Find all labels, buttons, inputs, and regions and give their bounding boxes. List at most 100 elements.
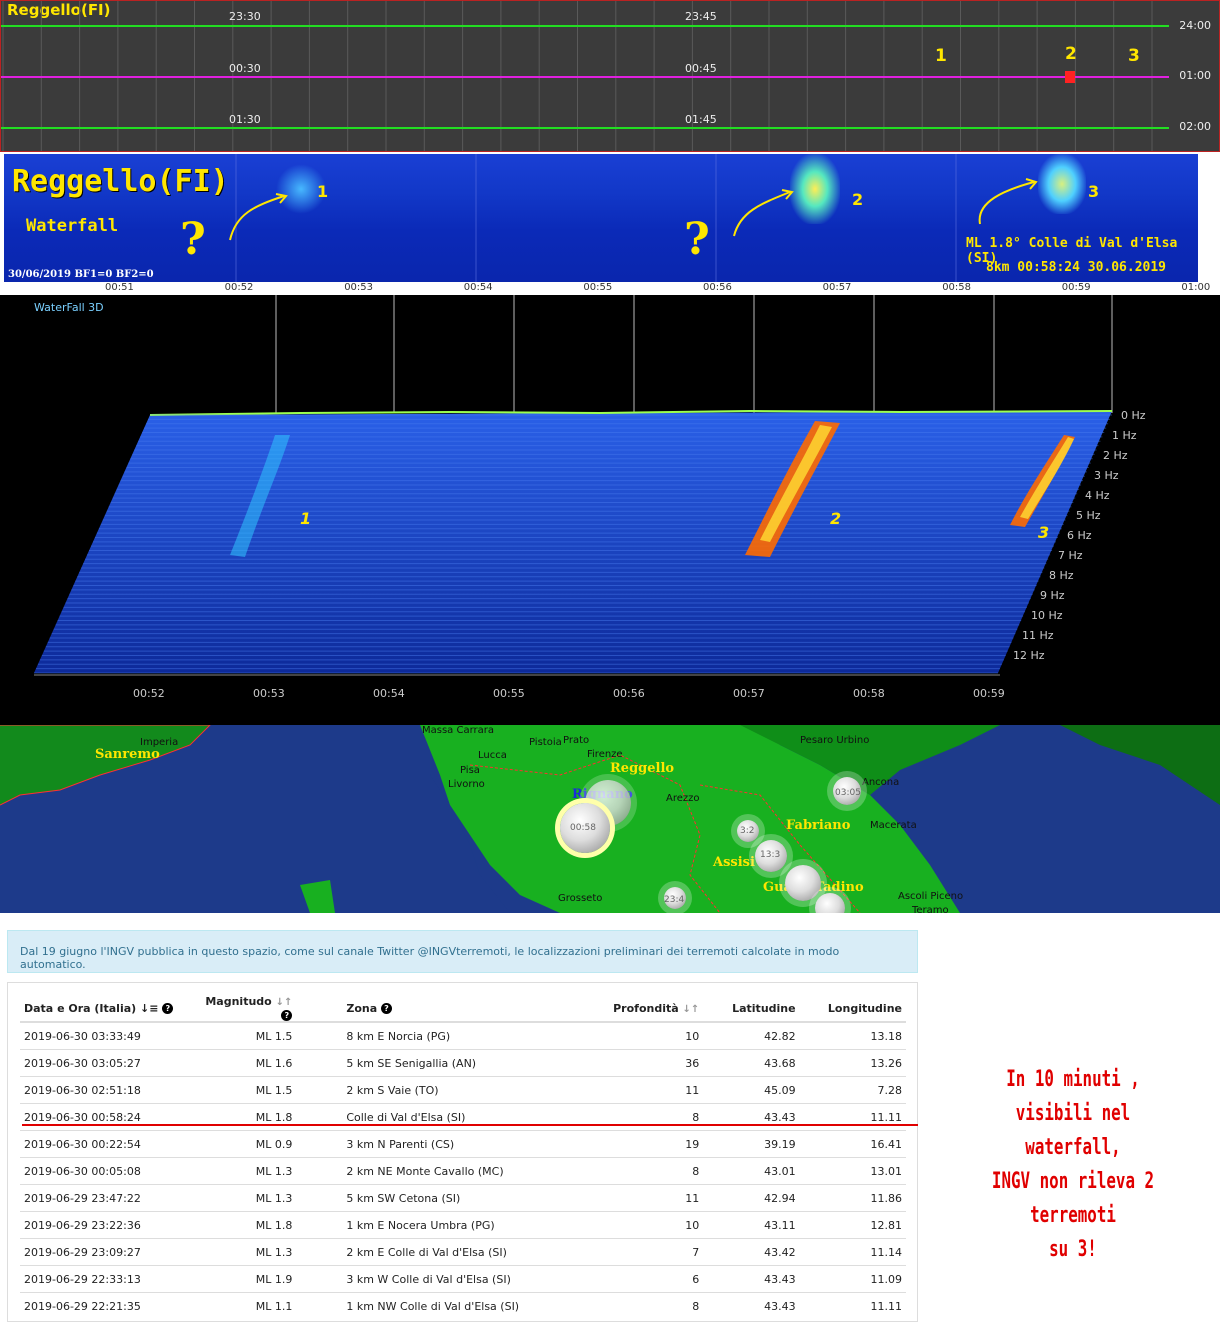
- time-tick: 00:58: [853, 687, 885, 700]
- cell-depth: 8: [597, 1103, 704, 1131]
- time-tick: 00:51: [105, 282, 134, 293]
- trace-row-2-time-b: 00:45: [685, 62, 717, 75]
- table-row[interactable]: 2019-06-30 00:22:54 ML 0.9 3 km N Parenti …: [20, 1130, 906, 1158]
- cell-lat: 39.19: [703, 1130, 800, 1158]
- cell-lat: 43.11: [703, 1211, 800, 1239]
- cell-mag: ML 1.3: [190, 1184, 297, 1212]
- cell-datetime: 2019-06-30 00:58:24: [20, 1103, 191, 1131]
- quake-grosseto-time: 23:4: [664, 895, 685, 905]
- trace-row-3-time-b: 01:45: [685, 113, 717, 126]
- trace-row-1-time-a: 23:30: [229, 10, 261, 23]
- cell-lon: 13.26: [799, 1049, 906, 1077]
- table-row[interactable]: 2019-06-29 22:33:13 ML 1.9 3 km W Colle di…: [20, 1265, 906, 1293]
- city-pisa: Pisa: [460, 765, 480, 776]
- city-grosseto: Grosseto: [558, 893, 603, 904]
- seismo-event-3: 3: [1128, 46, 1140, 66]
- wf-event-1: 1: [317, 182, 329, 201]
- frequency-label: 5 Hz: [1076, 509, 1101, 522]
- col-longitude-label: Longitudine: [827, 1001, 902, 1015]
- frequency-label: 1 Hz: [1112, 429, 1137, 442]
- frequency-label: 0 Hz: [1121, 409, 1146, 422]
- quake-main-time: 00:58: [570, 823, 596, 833]
- cell-zone: 1 km NW Colle di Val d'Elsa (SI): [296, 1292, 598, 1319]
- table-row[interactable]: 2019-06-29 23:22:36 ML 1.8 1 km E Nocera U…: [20, 1211, 906, 1239]
- city-teramo: Teramo: [912, 905, 949, 913]
- table-row[interactable]: 2019-06-30 03:05:27 ML 1.6 5 km SE Senigal…: [20, 1049, 906, 1077]
- col-longitude-header[interactable]: Longitudine: [799, 995, 906, 1023]
- trace-row-2-hour: 01:00: [1179, 69, 1211, 82]
- time-tick: 00:56: [613, 687, 645, 700]
- table-row[interactable]: 2019-06-29 22:21:35 ML 1.1 1 km NW Colle d…: [20, 1292, 906, 1319]
- time-tick: 00:57: [733, 687, 765, 700]
- col-depth-label: Profondità: [613, 1001, 679, 1015]
- ingv-notice: Dal 19 giugno l'INGV pubblica in questo …: [7, 930, 918, 973]
- seismo-event-1: 1: [935, 46, 947, 66]
- col-datetime-header[interactable]: Data e Ora (Italia) ↓≡ ?: [20, 995, 191, 1023]
- label-fabriano: Fabriano: [786, 818, 851, 833]
- col-depth-header[interactable]: Profondità ↓↑: [597, 995, 704, 1023]
- time-tick: 00:59: [973, 687, 1005, 700]
- col-magnitude-header[interactable]: Magnitudo ↓↑ ?: [190, 995, 297, 1023]
- quake-ancona-time: 03:05: [835, 788, 861, 798]
- cell-zone: 2 km NE Monte Cavallo (MC): [296, 1157, 598, 1185]
- table-row[interactable]: 2019-06-30 02:51:18 ML 1.5 2 km S Vaie (TO…: [20, 1076, 906, 1104]
- table-row[interactable]: 2019-06-29 23:47:22 ML 1.3 5 km SW Cetona …: [20, 1184, 906, 1212]
- time-tick: 00:57: [822, 282, 852, 293]
- frequency-label: 8 Hz: [1049, 569, 1074, 582]
- table-row[interactable]: 2019-06-30 00:05:08 ML 1.3 2 km NE Monte C…: [20, 1157, 906, 1185]
- seismogram-panel: Reggello(FI) 23:30 23:45 24:00 00:30 00:…: [0, 0, 1220, 152]
- trace-row-1: [1, 25, 1169, 27]
- quake-marker-gualdo: [785, 865, 821, 901]
- trace-row-2: [1, 76, 1169, 78]
- sort-icon[interactable]: ↓↑: [276, 997, 293, 1008]
- sort-icon[interactable]: ↓↑: [683, 1004, 700, 1015]
- table-row[interactable]: 2019-06-30 03:33:49 ML 1.5 8 km E Norcia (…: [20, 1021, 906, 1050]
- italy-map: Massa Carrara Prato Lucca Pistoia Firenz…: [0, 725, 1220, 913]
- sort-desc-icon[interactable]: ↓≡: [140, 1002, 158, 1015]
- trace-row-3: [1, 127, 1169, 129]
- cell-datetime: 2019-06-29 23:22:36: [20, 1211, 191, 1239]
- event-2-spike: [1065, 71, 1075, 83]
- cell-zone: 8 km E Norcia (PG): [296, 1021, 598, 1050]
- frequency-label: 12 Hz: [1013, 649, 1045, 662]
- cell-lon: 7.28: [799, 1076, 906, 1104]
- cell-zone: 2 km S Vaie (TO): [296, 1076, 598, 1104]
- frequency-label: 3 Hz: [1094, 469, 1119, 482]
- cell-lat: 43.42: [703, 1238, 800, 1266]
- cell-lat: 42.82: [703, 1021, 800, 1050]
- time-tick: 01:00: [1181, 282, 1211, 293]
- col-datetime-label: Data e Ora (Italia): [24, 1001, 137, 1015]
- cell-lat: 43.43: [703, 1265, 800, 1293]
- help-icon[interactable]: ?: [380, 1003, 392, 1014]
- cell-depth: 7: [597, 1238, 704, 1266]
- label-sanremo: Sanremo: [95, 747, 160, 762]
- label-assisi: Assisi: [713, 855, 755, 870]
- help-icon[interactable]: ?: [281, 1009, 293, 1021]
- table-row[interactable]: 2019-06-30 00:58:24 ML 1.8 Colle di Val d'…: [20, 1103, 906, 1131]
- cell-lon: 11.86: [799, 1184, 906, 1212]
- annotation-text: In 10 minuti , visibili nel waterfall, I…: [969, 1063, 1178, 1267]
- cell-mag: ML 1.6: [190, 1049, 297, 1077]
- time-tick: 00:54: [463, 282, 493, 293]
- time-tick: 00:53: [253, 687, 285, 700]
- cell-depth: 11: [597, 1184, 704, 1212]
- col-zone-header[interactable]: Zona ?: [296, 995, 598, 1023]
- col-latitude-header[interactable]: Latitudine: [703, 995, 800, 1023]
- table-row[interactable]: 2019-06-29 23:09:27 ML 1.3 2 km E Colle di…: [20, 1238, 906, 1266]
- cell-datetime: 2019-06-29 23:47:22: [20, 1184, 191, 1212]
- cell-lon: 11.11: [799, 1292, 906, 1319]
- waterfall-2d-plot: Reggello(FI) Waterfall 30/06/2019 BF1=0 …: [4, 154, 1198, 282]
- time-tick: 00:58: [942, 282, 972, 293]
- city-pistoia: Pistoia: [529, 737, 562, 748]
- frequency-label: 7 Hz: [1058, 549, 1083, 562]
- cell-mag: ML 1.9: [190, 1265, 297, 1293]
- help-icon[interactable]: ?: [162, 1003, 174, 1014]
- cell-zone: 2 km E Colle di Val d'Elsa (SI): [296, 1238, 598, 1266]
- cell-datetime: 2019-06-30 03:05:27: [20, 1049, 191, 1077]
- cell-lon: 16.41: [799, 1130, 906, 1158]
- frequency-label: 2 Hz: [1103, 449, 1128, 462]
- cell-mag: ML 1.1: [190, 1292, 297, 1319]
- cell-mag: ML 1.3: [190, 1238, 297, 1266]
- waterfall-3d-panel: WaterFall 3D 1 2 3 0 Hz 1 Hz 2 Hz 3 Hz 4…: [0, 295, 1220, 725]
- cell-zone: 3 km W Colle di Val d'Elsa (SI): [296, 1265, 598, 1293]
